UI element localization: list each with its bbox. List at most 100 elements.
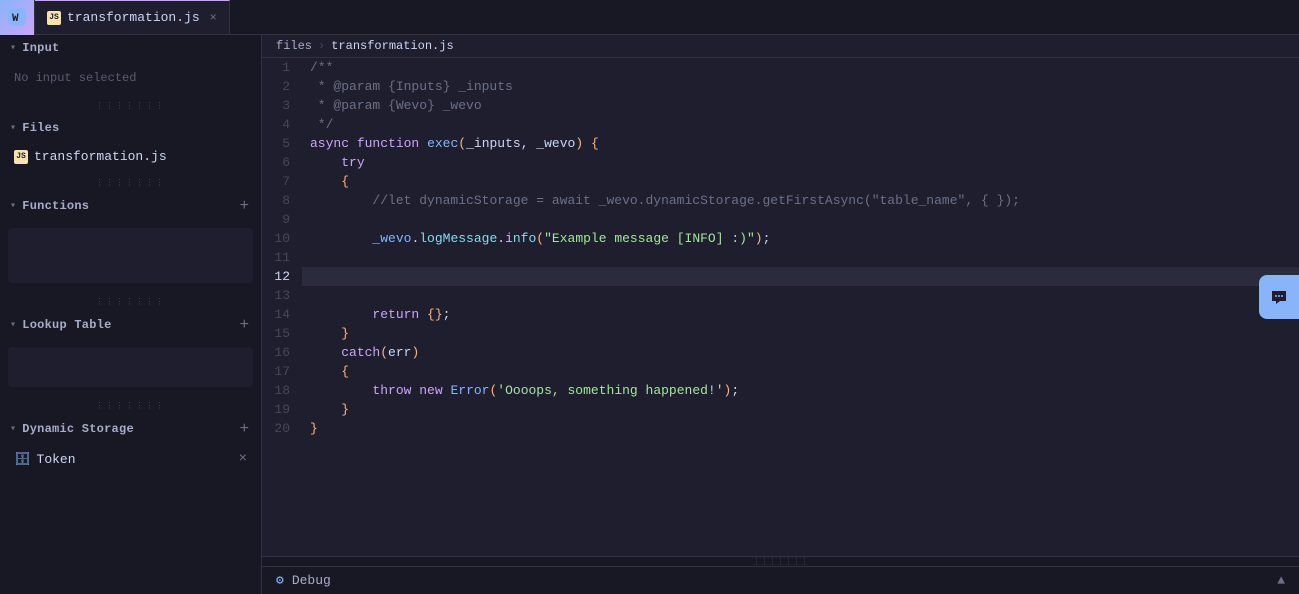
debug-label: Debug (292, 573, 331, 588)
line-number: 15 (262, 324, 302, 343)
breadcrumb-current-file: transformation.js (331, 39, 453, 53)
functions-section-header[interactable]: ▾ Functions + (0, 192, 261, 220)
lookup-section-content (0, 339, 261, 397)
code-table: 1/**2 * @param {Inputs} _inputs3 * @para… (262, 58, 1299, 438)
lookup-section-label: Lookup Table (22, 318, 111, 332)
files-section-header[interactable]: ▾ Files (0, 115, 261, 141)
debug-collapse-icon[interactable]: ▲ (1277, 573, 1285, 588)
line-number: 13 (262, 286, 302, 305)
line-number: 4 (262, 115, 302, 134)
dynamic-storage-section-label: Dynamic Storage (22, 422, 134, 436)
line-content: catch(err) (302, 343, 1299, 362)
table-row: 18 throw new Error('Oooops, something ha… (262, 381, 1299, 400)
code-editor[interactable]: 1/**2 * @param {Inputs} _inputs3 * @para… (262, 58, 1299, 556)
functions-chevron-icon: ▾ (10, 200, 16, 212)
functions-section-label: Functions (22, 199, 89, 213)
table-row: 15 } (262, 324, 1299, 343)
debug-bar: ⚙ Debug ▲ (262, 566, 1299, 594)
line-number: 11 (262, 248, 302, 267)
breadcrumb-files: files (276, 39, 312, 53)
main-layout: ▾ Input No input selected ⋮⋮⋮⋮⋮⋮⋮ ▾ File… (0, 35, 1299, 594)
line-number: 10 (262, 229, 302, 248)
table-row: 2 * @param {Inputs} _inputs (262, 77, 1299, 96)
drag-handle-3[interactable]: ⋮⋮⋮⋮⋮⋮⋮ (0, 293, 261, 311)
tab-bar: W JS transformation.js × (0, 0, 1299, 35)
input-section-label: Input (22, 41, 59, 55)
line-content: async function exec(_inputs, _wevo) { (302, 134, 1299, 153)
app-logo[interactable]: W (0, 0, 35, 35)
js-icon: JS (14, 150, 28, 164)
delete-token-button[interactable]: × (239, 451, 247, 467)
line-number: 2 (262, 77, 302, 96)
line-content: } (302, 400, 1299, 419)
table-row: 17 { (262, 362, 1299, 381)
line-content (302, 267, 1299, 286)
functions-section-content (0, 220, 261, 293)
input-section-header[interactable]: ▾ Input (0, 35, 261, 61)
add-function-button[interactable]: + (238, 198, 251, 214)
files-chevron-icon: ▾ (10, 122, 16, 134)
lookup-chevron-icon: ▾ (10, 319, 16, 331)
line-content (302, 210, 1299, 229)
table-row: 12 (262, 267, 1299, 286)
drag-handle-1[interactable]: ⋮⋮⋮⋮⋮⋮⋮ (0, 97, 261, 115)
line-content (302, 286, 1299, 305)
horizontal-scroll-handle[interactable]: ⋮⋮⋮⋮⋮⋮⋮ (262, 556, 1299, 566)
drag-handle-4[interactable]: ⋮⋮⋮⋮⋮⋮⋮ (0, 397, 261, 415)
dynamic-storage-chevron-icon: ▾ (10, 423, 16, 435)
line-content: try (302, 153, 1299, 172)
line-content: //let dynamicStorage = await _wevo.dynam… (302, 191, 1299, 210)
tab-transformation-js[interactable]: JS transformation.js × (35, 0, 230, 34)
no-input-label: No input selected (0, 65, 261, 91)
sidebar: ▾ Input No input selected ⋮⋮⋮⋮⋮⋮⋮ ▾ File… (0, 35, 262, 594)
line-content (302, 248, 1299, 267)
add-dynamic-storage-button[interactable]: + (238, 421, 251, 437)
line-number: 14 (262, 305, 302, 324)
table-row: 20} (262, 419, 1299, 438)
lookup-section-header[interactable]: ▾ Lookup Table + (0, 311, 261, 339)
line-number: 3 (262, 96, 302, 115)
add-lookup-button[interactable]: + (238, 317, 251, 333)
breadcrumb: files › transformation.js (262, 35, 1299, 58)
line-content: return {}; (302, 305, 1299, 324)
tab-label: transformation.js (67, 10, 200, 25)
line-content: { (302, 172, 1299, 191)
breadcrumb-separator: › (318, 39, 325, 53)
line-content: { (302, 362, 1299, 381)
lookup-empty-area (8, 347, 253, 387)
input-section-content: No input selected (0, 61, 261, 97)
line-number: 7 (262, 172, 302, 191)
table-row: 7 { (262, 172, 1299, 191)
table-row: 6 try (262, 153, 1299, 172)
file-name: transformation.js (34, 149, 167, 164)
table-row: 9 (262, 210, 1299, 229)
line-content: * @param {Wevo} _wevo (302, 96, 1299, 115)
table-row: 8 //let dynamicStorage = await _wevo.dyn… (262, 191, 1299, 210)
tab-close-button[interactable]: × (210, 11, 217, 25)
storage-item-token[interactable]: 🗄 Token × (0, 447, 261, 471)
debug-icon: ⚙ (276, 573, 284, 588)
file-item-transformation-js[interactable]: JS transformation.js (0, 145, 261, 168)
dynamic-storage-section-content: 🗄 Token × (0, 443, 261, 477)
table-row: 19 } (262, 400, 1299, 419)
line-number: 17 (262, 362, 302, 381)
editor-area: files › transformation.js 1/**2 * @param… (262, 35, 1299, 594)
table-row: 13 (262, 286, 1299, 305)
drag-handle-2[interactable]: ⋮⋮⋮⋮⋮⋮⋮ (0, 174, 261, 192)
line-content: _wevo.logMessage.info("Example message [… (302, 229, 1299, 248)
line-number: 6 (262, 153, 302, 172)
table-row: 11 (262, 248, 1299, 267)
files-section-content: JS transformation.js (0, 141, 261, 174)
line-content: } (302, 324, 1299, 343)
table-row: 5async function exec(_inputs, _wevo) { (262, 134, 1299, 153)
line-number: 16 (262, 343, 302, 362)
chat-button[interactable] (1259, 275, 1299, 319)
dynamic-storage-section-header[interactable]: ▾ Dynamic Storage + (0, 415, 261, 443)
line-content: } (302, 419, 1299, 438)
line-content: /** (302, 58, 1299, 77)
table-row: 16 catch(err) (262, 343, 1299, 362)
table-row: 1/** (262, 58, 1299, 77)
db-icon: 🗄 (14, 452, 31, 467)
files-section-label: Files (22, 121, 59, 135)
line-number: 20 (262, 419, 302, 438)
